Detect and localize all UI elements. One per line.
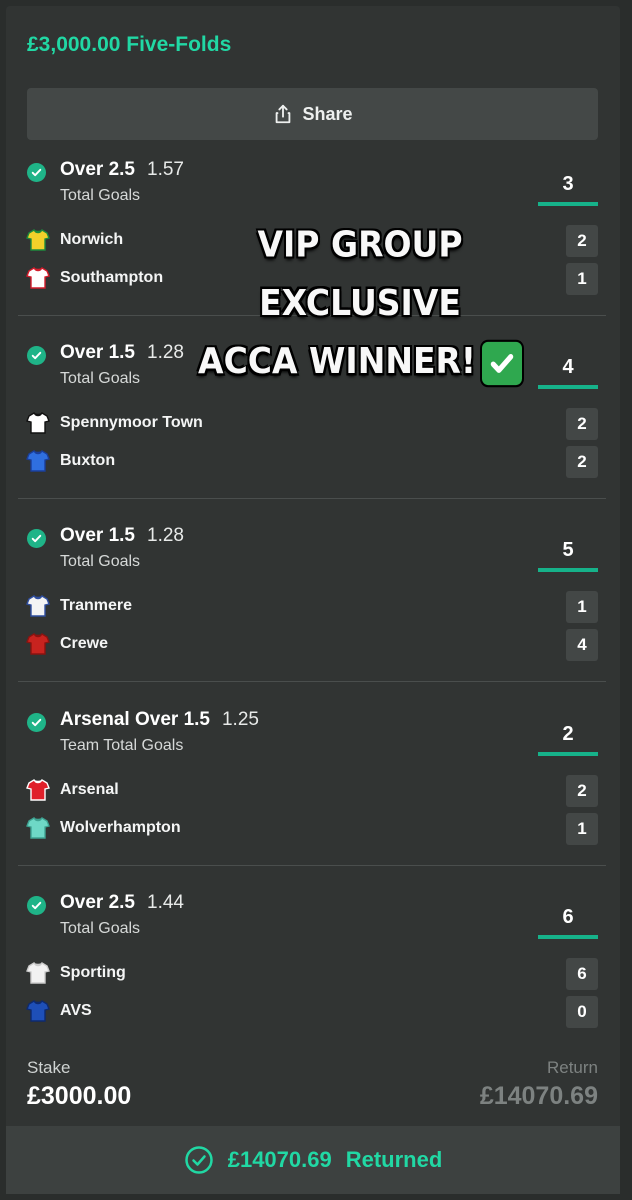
goal-total-underline [538, 752, 598, 756]
goal-total: 3 [562, 173, 574, 195]
home-score: 2 [566, 225, 598, 257]
home-kit-icon [26, 961, 50, 985]
market-label: Over 1.5 [60, 342, 135, 363]
market-name: Over 2.5 1.44 [60, 892, 184, 914]
selection-leg: Over 1.5 1.28 Total Goals 5 Tranmere 1 Crewe 4 [0, 521, 632, 704]
away-score: 0 [566, 996, 598, 1028]
leg-divider [18, 865, 606, 866]
market-name: Over 1.5 1.28 [60, 525, 184, 547]
odds-value: 1.44 [147, 892, 184, 913]
share-icon [276, 104, 291, 124]
odds-value: 1.25 [221, 709, 259, 730]
home-team-name: Arsenal [60, 781, 119, 798]
returned-label: Returned [345, 1147, 443, 1172]
away-team-row: Wolverhampton 1 [0, 813, 632, 845]
check-icon [27, 896, 46, 915]
return-label: Return [546, 1058, 598, 1077]
home-team-row: Tranmere 1 [0, 591, 632, 623]
check-icon [27, 346, 46, 365]
bet-title: £3,000.00 Five-Folds [27, 33, 232, 56]
market-name: Over 2.5 1.57 [60, 159, 184, 181]
market-type: Total Goals [60, 920, 141, 937]
home-team-name: Norwich [60, 231, 124, 248]
away-kit-icon [26, 449, 50, 473]
away-team-name: Wolverhampton [60, 819, 181, 836]
goal-total: 6 [562, 906, 574, 928]
leg-divider [18, 681, 606, 682]
home-team-name: Sporting [60, 964, 126, 981]
home-score: 1 [566, 591, 598, 623]
market-label: Arsenal Over 1.5 [60, 709, 210, 730]
home-score: 6 [566, 958, 598, 990]
market-type: Total Goals [60, 370, 141, 387]
stake-label: Stake [27, 1058, 71, 1077]
check-icon [27, 713, 46, 732]
away-score: 1 [566, 813, 598, 845]
selection-leg: Over 2.5 1.44 Total Goals 6 Sporting 6 AVS 0 [0, 888, 632, 1071]
away-team-name: Southampton [60, 269, 164, 286]
home-kit-icon [26, 411, 50, 435]
overlay-line-1: VIP GROUP EXCLUSIVE [257, 223, 463, 324]
away-team-name: AVS [60, 1002, 92, 1019]
return-value: £14070.69 [479, 1082, 598, 1110]
home-kit-icon [26, 594, 50, 618]
home-score: 2 [566, 408, 598, 440]
check-icon [27, 529, 46, 548]
away-kit-icon [26, 266, 50, 290]
stake-value: £3000.00 [27, 1082, 132, 1110]
away-score: 4 [566, 629, 598, 661]
market-label: Over 1.5 [60, 525, 135, 546]
away-score: 2 [566, 446, 598, 478]
leg-divider [18, 498, 606, 499]
home-kit-icon [26, 778, 50, 802]
promo-overlay: VIP GROUP EXCLUSIVE ACCA WINNER! [160, 216, 560, 391]
share-button[interactable]: Share [27, 88, 598, 140]
home-team-row: Arsenal 2 [0, 775, 632, 807]
home-team-row: Spennymoor Town 2 [0, 408, 632, 440]
check-icon [27, 163, 46, 182]
odds-value: 1.28 [147, 525, 184, 546]
goal-total: 2 [562, 723, 574, 745]
returned-amount: £14070.69 [227, 1147, 332, 1172]
market-type: Total Goals [60, 553, 141, 570]
away-kit-icon [26, 816, 50, 840]
home-kit-icon [26, 228, 50, 252]
market-label: Over 2.5 [60, 159, 135, 180]
home-score: 2 [566, 775, 598, 807]
market-name: Arsenal Over 1.5 1.25 [60, 709, 259, 731]
away-kit-icon [26, 632, 50, 656]
market-type: Total Goals [60, 187, 141, 204]
away-team-row: Buxton 2 [0, 446, 632, 478]
share-label: Share [302, 103, 353, 124]
away-team-row: AVS 0 [0, 996, 632, 1028]
away-kit-icon [26, 999, 50, 1023]
home-team-name: Spennymoor Town [60, 414, 203, 431]
away-team-name: Crewe [60, 635, 109, 652]
market-type: Team Total Goals [60, 737, 184, 754]
overlay-line-2-text: ACCA WINNER! [198, 339, 476, 382]
away-team-name: Buxton [60, 452, 116, 469]
check-mark-emoji-icon [481, 341, 522, 385]
market-label: Over 2.5 [60, 892, 135, 913]
odds-value: 1.57 [147, 159, 184, 180]
returned-banner: £14070.69 Returned [6, 1126, 620, 1194]
goal-total-underline [538, 935, 598, 939]
away-team-row: Crewe 4 [0, 629, 632, 661]
goal-total: 5 [562, 539, 574, 561]
home-team-name: Tranmere [60, 597, 133, 614]
home-team-row: Sporting 6 [0, 958, 632, 990]
selection-leg: Arsenal Over 1.5 1.25 Team Total Goals 2 Ars… [0, 705, 632, 888]
goal-total-underline [538, 568, 598, 572]
goal-total-underline [538, 202, 598, 206]
away-score: 1 [566, 263, 598, 295]
check-circle-icon [184, 1146, 213, 1174]
overlay-line-2: ACCA WINNER! [160, 332, 560, 390]
